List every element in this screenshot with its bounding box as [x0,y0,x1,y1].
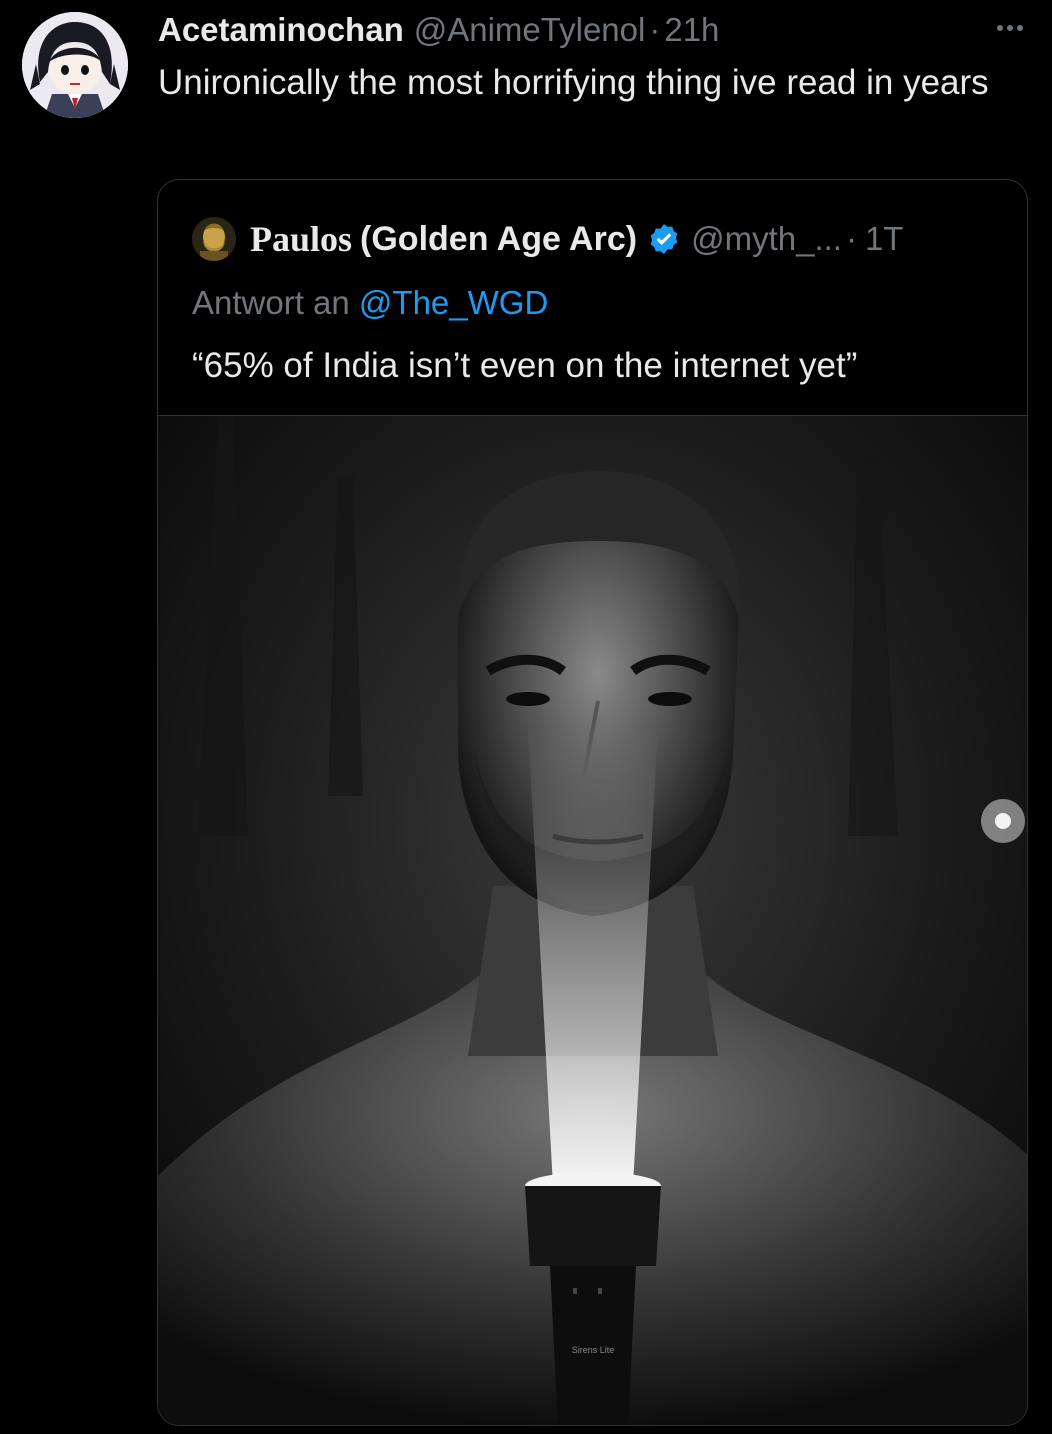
more-icon[interactable] [992,10,1028,54]
quote-author-name-suffix[interactable]: (Golden Age Arc) [360,220,637,259]
tweet-timestamp[interactable]: 21h [664,11,719,49]
reply-prefix: Antwort an [192,284,350,321]
flashlight-label: Sirens Lite [572,1345,615,1355]
author-avatar[interactable] [22,12,128,118]
author-line: Acetaminochan @AnimeTylenol · 21h [158,8,719,52]
verified-badge-icon [650,224,678,254]
quote-text: “65% of India isn’t even on the internet… [192,346,858,385]
reply-context: Antwort an @The_WGD [192,284,548,322]
quote-author-name[interactable]: Paulos [250,218,352,260]
reply-mention-link[interactable]: @The_WGD [359,284,548,321]
quoted-tweet[interactable]: Paulos (Golden Age Arc) @myth_... · 1T A… [157,179,1028,1426]
tweet-text: Unironically the most horrifying thing i… [158,63,989,102]
quote-media-image[interactable]: Sirens Lite [158,415,1027,1425]
quote-author-avatar[interactable] [192,217,236,261]
quote-timestamp[interactable]: 1T [865,220,904,258]
author-handle[interactable]: @AnimeTylenol [414,11,646,49]
quote-separator-dot: · [845,220,857,257]
quote-author-handle[interactable]: @myth_... [691,220,842,258]
author-display-name[interactable]: Acetaminochan [158,11,404,49]
quote-author-line: Paulos (Golden Age Arc) @myth_... · 1T [192,216,903,262]
separator-dot: · [649,11,661,48]
